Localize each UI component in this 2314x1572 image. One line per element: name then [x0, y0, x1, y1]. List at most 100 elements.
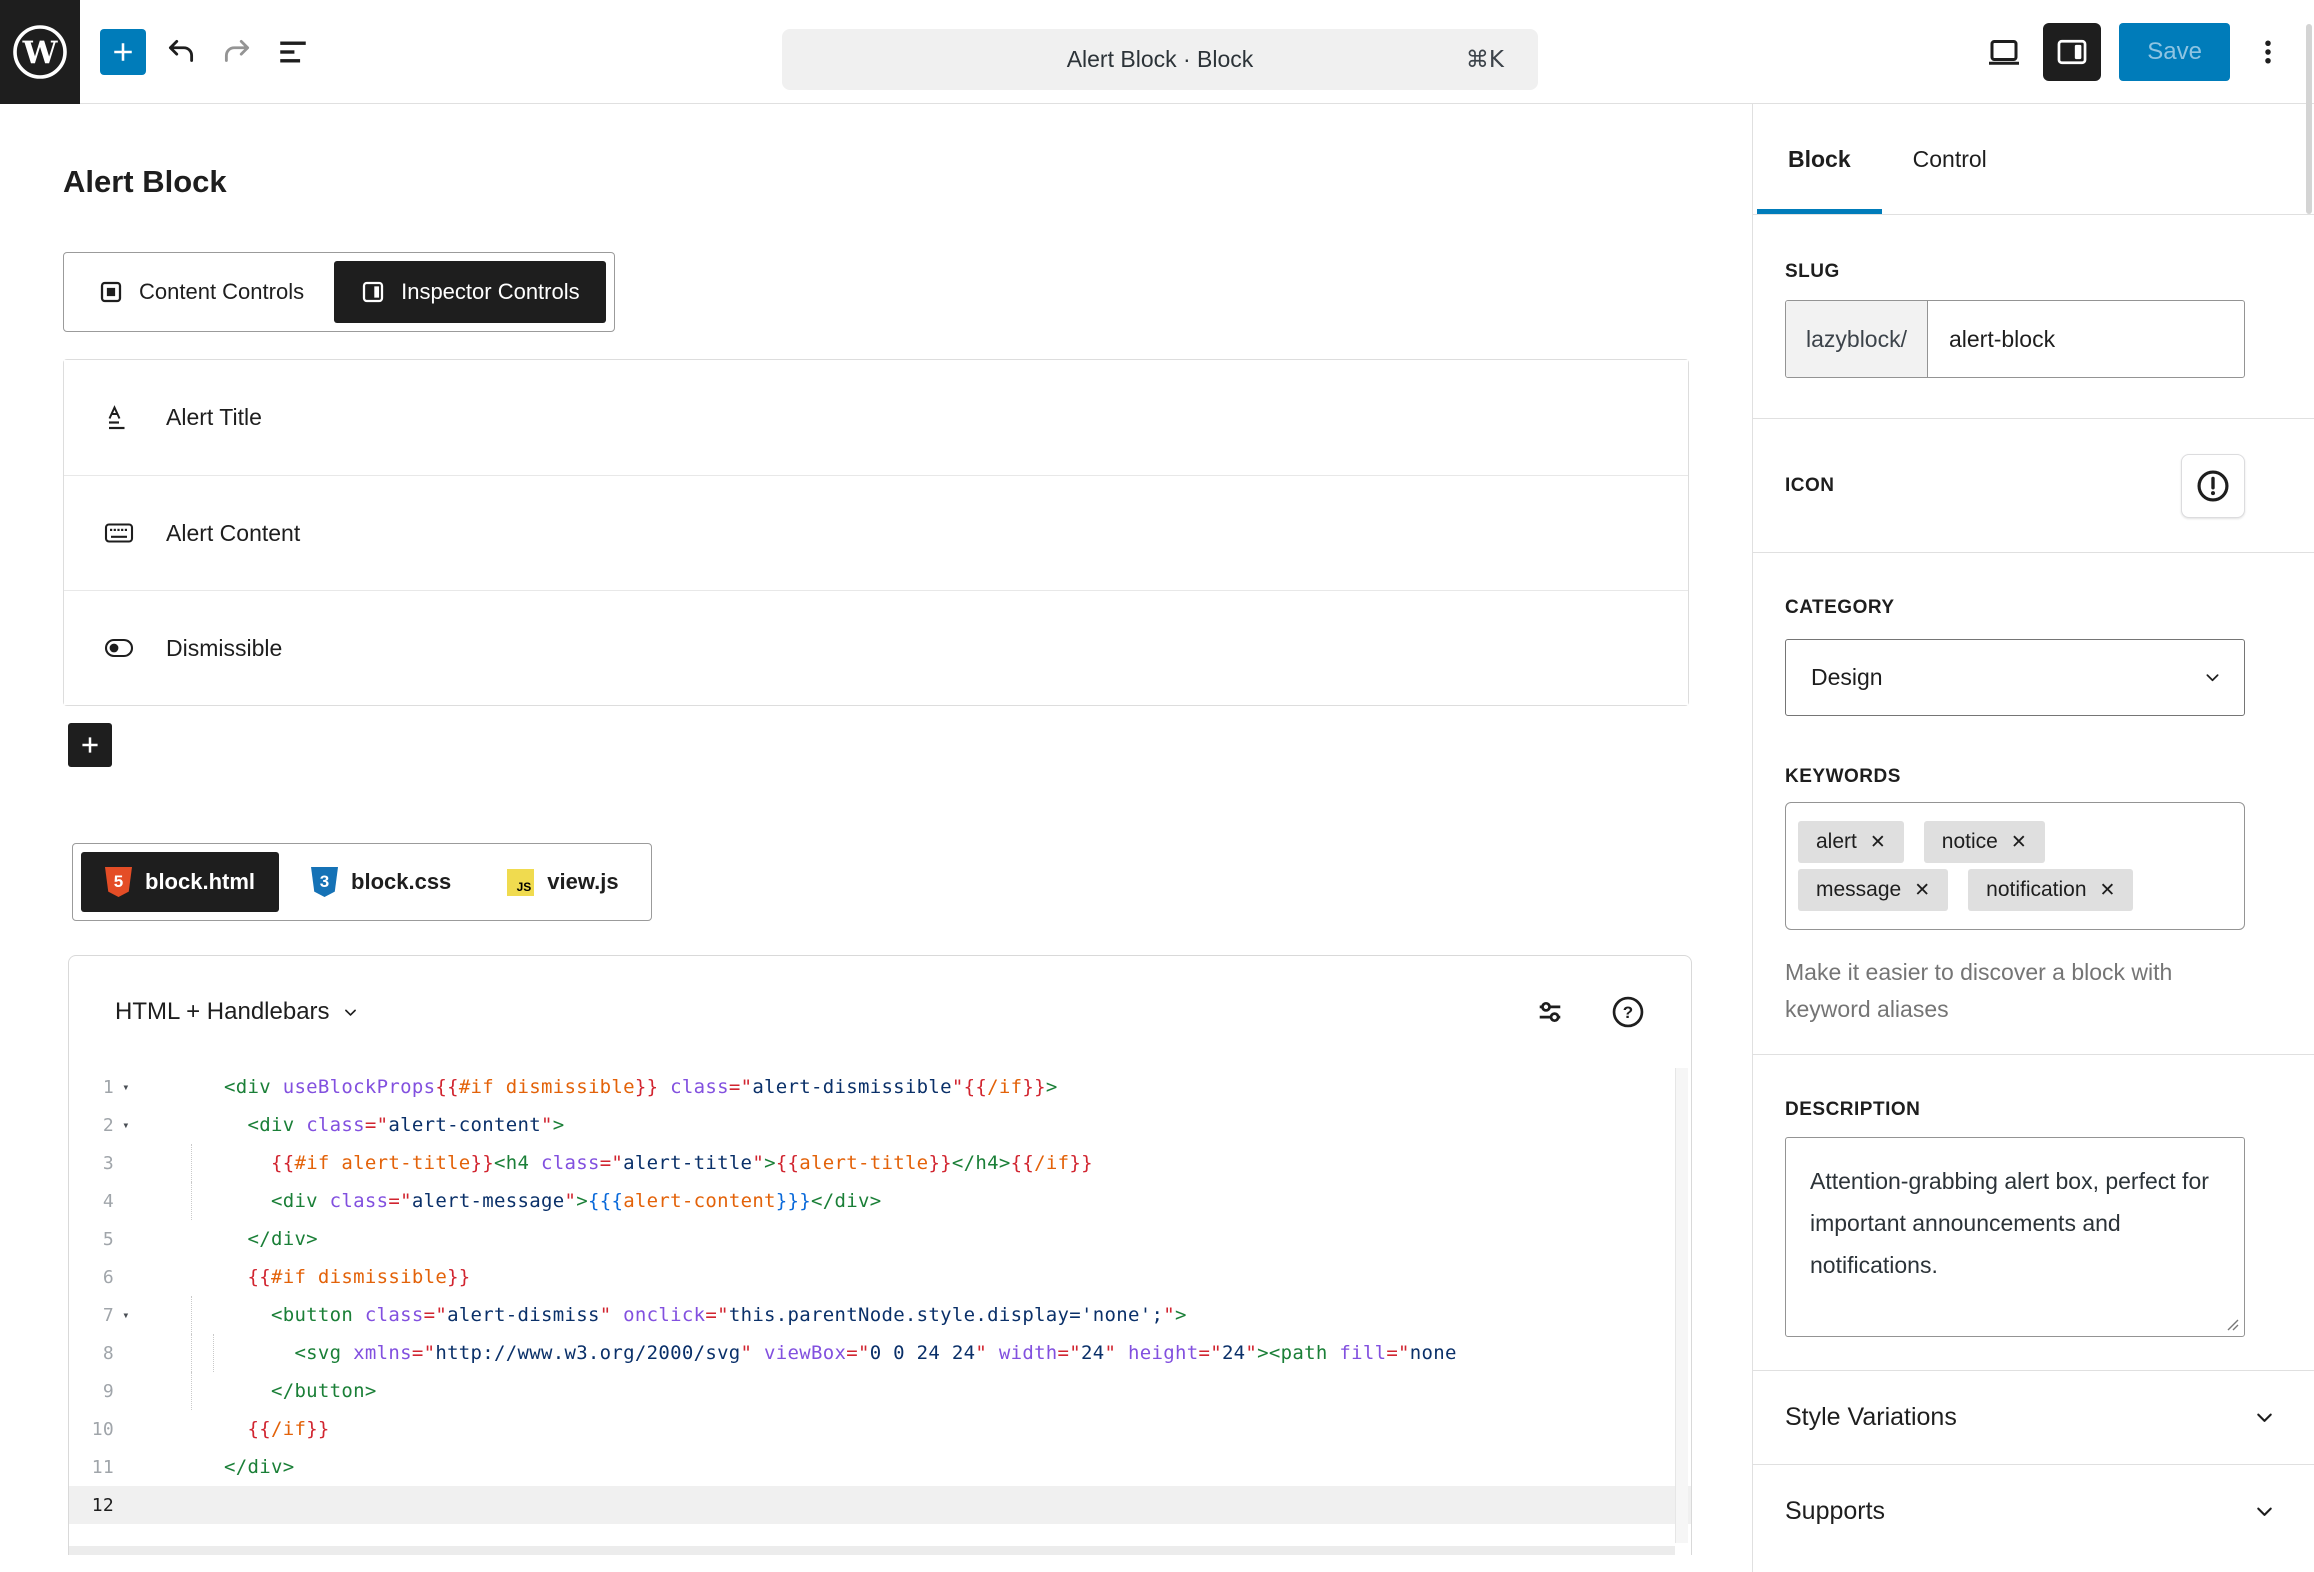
fold-marker-icon[interactable]: ▾ [114, 1080, 138, 1094]
code-text: </div> [224, 1456, 294, 1478]
document-overview-button[interactable] [272, 31, 314, 73]
keyword-chip: notice ✕ [1924, 821, 2045, 863]
code-line[interactable]: 9 </button> [69, 1372, 1691, 1410]
editor-header: W [0, 0, 2314, 104]
style-variations-panel[interactable]: Style Variations [1753, 1371, 2314, 1464]
code-line[interactable]: 3 {{#if alert-title}}<h4 class="alert-ti… [69, 1144, 1691, 1182]
code-line[interactable]: 12 [69, 1486, 1691, 1524]
tab-block-html[interactable]: 5 block.html [81, 852, 279, 912]
line-number: 9 [69, 1381, 114, 1402]
file-tab-label: block.css [351, 869, 451, 895]
remove-keyword-icon[interactable]: ✕ [2011, 831, 2027, 853]
editor-mode-select[interactable]: HTML + Handlebars [115, 998, 359, 1026]
keyword-chip: message ✕ [1798, 869, 1948, 911]
code-line[interactable]: 10 {{/if}} [69, 1410, 1691, 1448]
controls-placement-toggle: Content Controls Inspector Controls [63, 252, 615, 332]
preview-button[interactable] [1983, 31, 2025, 73]
line-number: 8 [69, 1343, 114, 1364]
js-logo-icon: JS [507, 869, 534, 896]
control-row-alert-content[interactable]: Alert Content [64, 475, 1688, 590]
sidebar-panel-icon [360, 279, 386, 305]
indent-guide [191, 1372, 192, 1410]
code-text: <div useBlockProps{{#if dismissible}} cl… [224, 1076, 1058, 1098]
inspector-controls-tab[interactable]: Inspector Controls [334, 261, 606, 323]
description-textarea[interactable]: Attention-grabbing alert box, perfect fo… [1785, 1137, 2245, 1337]
icon-picker-button[interactable] [2181, 454, 2245, 518]
editor-vertical-scrollbar[interactable] [1675, 1068, 1688, 1543]
code-line[interactable]: 4 <div class="alert-message">{{{alert-co… [69, 1182, 1691, 1220]
window-scrollbar-thumb[interactable] [2306, 24, 2312, 214]
undo-button[interactable] [160, 31, 202, 73]
chevron-down-icon [2253, 1500, 2276, 1523]
block-settings-sidebar: Block Control SLUG lazyblock/ alert-bloc… [1752, 104, 2314, 1572]
options-menu-button[interactable] [2248, 31, 2288, 73]
line-number: 12 [69, 1495, 114, 1516]
settings-sidebar-toggle[interactable] [2043, 23, 2101, 81]
editor-horizontal-scrollbar[interactable] [69, 1546, 1675, 1555]
block-square-icon [98, 279, 124, 305]
remove-keyword-icon[interactable]: ✕ [2100, 879, 2116, 901]
code-text: {{/if}} [224, 1418, 330, 1440]
code-line[interactable]: 2▾ <div class="alert-content"> [69, 1106, 1691, 1144]
sidebar-tabs: Block Control [1753, 104, 2314, 215]
textarea-icon [104, 518, 134, 548]
content-controls-tab[interactable]: Content Controls [72, 261, 330, 323]
css3-logo-icon: 3 [311, 867, 338, 897]
line-number: 6 [69, 1267, 114, 1288]
line-number: 4 [69, 1191, 114, 1212]
content-controls-label: Content Controls [139, 279, 304, 305]
code-line[interactable]: 11</div> [69, 1448, 1691, 1486]
block-title[interactable]: Alert Block [63, 164, 1752, 200]
workspace: Alert Block Content Controls Inspector C… [0, 104, 2314, 1572]
code-line[interactable]: 6 {{#if dismissible}} [69, 1258, 1691, 1296]
resize-handle-icon[interactable] [2224, 1316, 2240, 1332]
code-line[interactable]: 5 </div> [69, 1220, 1691, 1258]
code-line[interactable]: 7▾ <button class="alert-dismiss" onclick… [69, 1296, 1691, 1334]
remove-keyword-icon[interactable]: ✕ [1870, 831, 1886, 853]
control-label: Alert Content [166, 520, 300, 547]
tab-control[interactable]: Control [1882, 104, 2018, 214]
code-text: <button class="alert-dismiss" onclick="t… [224, 1304, 1187, 1326]
kebab-menu-icon [2253, 37, 2283, 67]
command-center-bar[interactable]: Alert Block · Block ⌘K [782, 29, 1538, 90]
wordpress-logo[interactable]: W [0, 0, 80, 104]
code-text: <svg xmlns="http://www.w3.org/2000/svg" … [224, 1342, 1457, 1364]
category-select[interactable]: Design [1785, 639, 2245, 716]
fold-marker-icon[interactable]: ▾ [114, 1118, 138, 1132]
keyword-chip: alert ✕ [1798, 821, 1904, 863]
description-label: DESCRIPTION [1785, 1099, 2314, 1121]
line-number: 10 [69, 1419, 114, 1440]
plus-icon [77, 732, 103, 758]
save-button[interactable]: Save [2119, 23, 2230, 81]
control-row-dismissible[interactable]: Dismissible [64, 590, 1688, 705]
editor-help-button[interactable]: ? [1611, 995, 1645, 1029]
redo-button[interactable] [216, 31, 258, 73]
code-text: {{#if alert-title}}<h4 class="alert-titl… [224, 1152, 1093, 1174]
toggle-icon [104, 633, 134, 663]
block-inserter-button[interactable] [100, 29, 146, 75]
chevron-down-icon [2253, 1406, 2276, 1429]
code-line[interactable]: 1▾<div useBlockProps{{#if dismissible}} … [69, 1068, 1691, 1106]
keywords-input[interactable]: alert ✕ notice ✕ message ✕ [1785, 802, 2245, 930]
tab-view-js[interactable]: JS view.js [483, 852, 642, 912]
tab-block[interactable]: Block [1757, 104, 1882, 214]
editor-settings-button[interactable] [1533, 995, 1567, 1029]
add-control-button[interactable] [68, 723, 112, 767]
code-text: {{#if dismissible}} [224, 1266, 471, 1288]
code-area[interactable]: 1▾<div useBlockProps{{#if dismissible}} … [69, 1068, 1691, 1524]
line-number: 5 [69, 1229, 114, 1250]
keyword-text: message [1816, 878, 1901, 902]
editor-mode-label: HTML + Handlebars [115, 998, 330, 1026]
control-label: Dismissible [166, 635, 282, 662]
code-line[interactable]: 8 <svg xmlns="http://www.w3.org/2000/svg… [69, 1334, 1691, 1372]
control-row-alert-title[interactable]: Alert Title [64, 360, 1688, 475]
slug-input[interactable]: alert-block [1928, 301, 2244, 377]
supports-panel[interactable]: Supports [1753, 1465, 2314, 1558]
keyword-chip: notification ✕ [1968, 869, 2133, 911]
slug-prefix: lazyblock/ [1786, 301, 1928, 377]
slug-label: SLUG [1785, 261, 2314, 283]
indent-guide [191, 1296, 192, 1334]
remove-keyword-icon[interactable]: ✕ [1914, 879, 1930, 901]
tab-block-css[interactable]: 3 block.css [287, 852, 475, 912]
fold-marker-icon[interactable]: ▾ [114, 1308, 138, 1322]
